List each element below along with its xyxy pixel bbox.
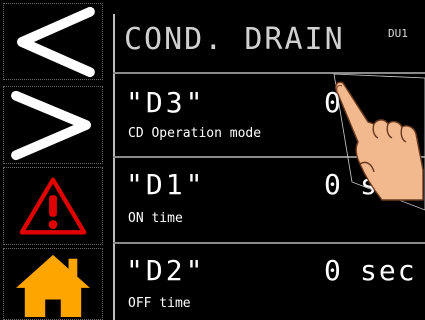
alarm-button[interactable]: [3, 167, 103, 245]
chevron-right-icon: [11, 90, 91, 161]
param-code-d1[interactable]: "D1": [126, 168, 205, 201]
param-label-d1: ON time: [128, 211, 183, 226]
param-label-d3: CD Operation mode: [128, 126, 262, 141]
param-code-d2[interactable]: "D2": [126, 254, 205, 287]
param-unit-d2: sec: [360, 254, 417, 287]
param-label-d2: OFF time: [128, 296, 191, 311]
vertical-divider: [113, 14, 115, 320]
warning-icon: [19, 177, 87, 235]
back-button[interactable]: [3, 3, 103, 80]
hmi-screen: COND. DRAIN DU1 "D3" CD Operation mode 0…: [0, 0, 425, 320]
page-title: COND. DRAIN: [124, 22, 345, 57]
row-divider: [113, 242, 425, 244]
device-id-label: DU1: [388, 27, 408, 40]
param-code-d3[interactable]: "D3": [126, 86, 205, 119]
home-icon: [16, 254, 90, 318]
pointing-hand-icon: [333, 73, 425, 211]
param-value-d2[interactable]: 0: [324, 254, 343, 287]
chevron-left-icon: [16, 6, 95, 78]
next-button[interactable]: [3, 86, 103, 164]
home-button[interactable]: [3, 248, 103, 320]
